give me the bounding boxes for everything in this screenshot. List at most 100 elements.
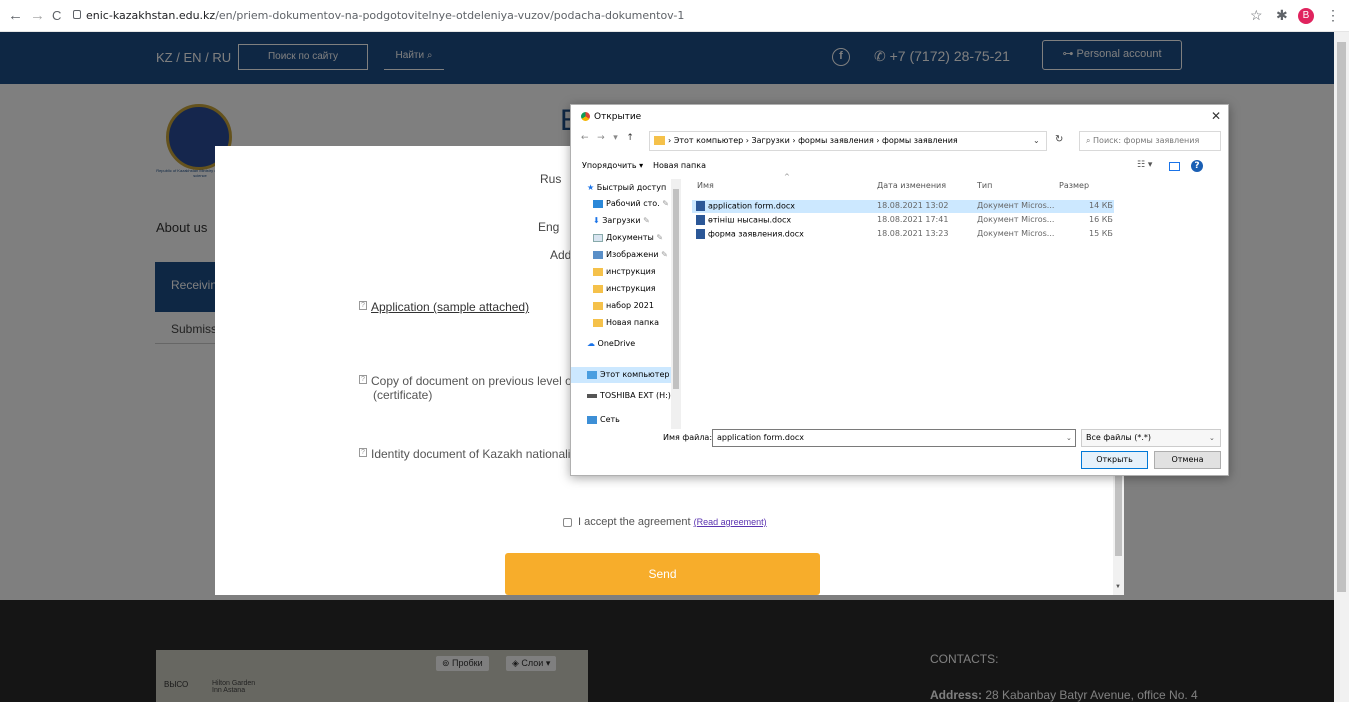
nav-scroll-thumb[interactable] — [673, 189, 679, 389]
column-name[interactable]: Имя — [697, 181, 714, 190]
cancel-button[interactable]: Отмена — [1154, 451, 1221, 469]
computer-icon — [587, 370, 597, 379]
view-options-icon[interactable]: ☷ ▾ — [1137, 160, 1152, 170]
nav-folder-instr-2[interactable]: инструкция — [593, 284, 656, 293]
recent-icon[interactable]: ▾ — [613, 133, 618, 143]
new-folder-button[interactable]: Новая папка — [653, 161, 706, 170]
filename-input[interactable]: application form.docx — [712, 429, 1076, 447]
modal-scroll-thumb[interactable] — [1115, 466, 1122, 556]
nav-folder-new[interactable]: Новая папка — [593, 318, 659, 327]
doc-application: ? Application (sample attached) — [359, 300, 529, 314]
chrome-icon — [581, 112, 590, 121]
send-button[interactable]: Send — [505, 553, 820, 595]
file-row[interactable]: өтініш нысаны.docx 18.08.2021 17:41 Доку… — [692, 214, 1114, 227]
folder-icon — [593, 301, 603, 310]
dialog-search-input[interactable]: ⌕ Поиск: формы заявления — [1079, 131, 1221, 151]
doc-identity-text: Identity document of Kazakh nationality — [371, 447, 580, 461]
path-breadcrumb[interactable]: › Этот компьютер › Загрузки › формы заяв… — [649, 131, 1047, 151]
nav-network[interactable]: Сеть — [587, 415, 620, 424]
page-scrollbar[interactable] — [1334, 32, 1349, 702]
nav-downloads[interactable]: ⬇ Загрузки ✎ — [593, 216, 650, 225]
file-name: форма заявления.docx — [696, 229, 804, 239]
application-sample-link[interactable]: Application (sample attached) — [371, 300, 529, 314]
pin-icon: ✎ — [656, 233, 664, 242]
page-scroll-thumb[interactable] — [1337, 42, 1346, 592]
nav-label: Изображени — [606, 250, 659, 259]
doc-copy-text-2: (certificate) — [373, 388, 433, 402]
back-icon[interactable]: ← — [8, 7, 23, 24]
file-date: 18.08.2021 13:23 — [877, 229, 949, 238]
nav-scrollbar[interactable] — [671, 179, 681, 429]
browser-toolbar: ← → C enic-kazakhstan.edu.kz/en/priem-do… — [0, 0, 1349, 32]
address-bar[interactable]: enic-kazakhstan.edu.kz/en/priem-dokument… — [86, 9, 684, 22]
nav-pictures[interactable]: Изображени ✎ — [593, 250, 668, 259]
file-open-dialog: Открытие ✕ ← → ▾ ↑ › Этот компьютер › За… — [570, 104, 1229, 476]
organize-button[interactable]: Упорядочить ▾ — [582, 161, 643, 170]
nav-folder-instr-1[interactable]: инструкция — [593, 267, 656, 276]
file-date: 18.08.2021 13:02 — [877, 201, 949, 210]
star-icon: ★ — [587, 183, 597, 192]
broken-image-icon: ? — [359, 375, 367, 384]
nav-label: Рабочий сто. — [606, 199, 660, 208]
nav-label: Сеть — [600, 415, 620, 424]
dialog-title: Открытие — [581, 112, 641, 122]
preview-pane-icon[interactable] — [1169, 162, 1180, 171]
file-row[interactable]: application form.docx 18.08.2021 13:02 Д… — [692, 200, 1114, 213]
file-date: 18.08.2021 17:41 — [877, 215, 949, 224]
file-name: application form.docx — [696, 201, 795, 211]
nav-quick-access[interactable]: ★ Быстрый доступ — [587, 183, 666, 192]
broken-image-icon: ? — [359, 301, 367, 310]
word-doc-icon — [696, 229, 705, 239]
agreement-checkbox[interactable] — [563, 517, 572, 527]
file-size: 14 КБ — [1089, 201, 1113, 210]
column-date[interactable]: Дата изменения — [877, 181, 946, 190]
nav-folder-nabor[interactable]: набор 2021 — [593, 301, 654, 310]
chevron-down-icon[interactable]: ⌄ — [1033, 136, 1040, 145]
column-type[interactable]: Тип — [977, 181, 992, 190]
nav-desktop[interactable]: Рабочий сто. ✎ — [593, 199, 669, 208]
field-label-eng: Eng — [538, 220, 560, 234]
read-agreement-link[interactable]: (Read agreement) — [694, 517, 767, 527]
word-doc-icon — [696, 215, 705, 225]
folder-icon — [593, 318, 603, 327]
extensions-icon[interactable]: ✱ — [1276, 7, 1288, 24]
chevron-down-icon[interactable]: ⌄ — [1209, 434, 1215, 442]
folder-icon — [593, 267, 603, 276]
bookmark-star-icon[interactable]: ☆ — [1250, 7, 1263, 24]
column-size[interactable]: Размер — [1059, 181, 1089, 190]
close-icon[interactable]: ✕ — [1211, 109, 1221, 123]
reload-icon[interactable]: C — [52, 8, 61, 23]
desktop-icon — [593, 199, 603, 208]
forward-icon[interactable]: → — [30, 7, 45, 24]
profile-avatar[interactable]: B — [1298, 8, 1314, 24]
pictures-icon — [593, 250, 603, 259]
nav-label: Быстрый доступ — [596, 183, 667, 192]
filetype-select[interactable]: Все файлы (*.*) — [1081, 429, 1221, 447]
file-name-text: форма заявления.docx — [708, 229, 804, 239]
chevron-down-icon[interactable]: ⌄ — [1066, 434, 1072, 442]
nav-label: Новая папка — [606, 318, 659, 327]
nav-label: Этот компьютер — [600, 370, 670, 379]
forward-icon[interactable]: → — [597, 133, 605, 143]
back-icon[interactable]: ← — [581, 133, 589, 143]
word-doc-icon — [696, 201, 705, 211]
scroll-down-icon[interactable]: ▼ — [1115, 584, 1121, 590]
nav-onedrive[interactable]: ☁ OneDrive — [587, 339, 635, 348]
navigation-pane: ★ Быстрый доступ Рабочий сто. ✎ ⬇ Загруз… — [571, 179, 681, 429]
menu-icon[interactable]: ⋮ — [1326, 7, 1340, 24]
refresh-icon[interactable]: ↻ — [1055, 134, 1063, 145]
pin-icon: ✎ — [643, 216, 650, 225]
nav-documents[interactable]: Документы ✎ — [593, 233, 663, 242]
nav-toshiba[interactable]: TOSHIBA EXT (H:) — [587, 391, 671, 400]
lock-icon — [73, 10, 81, 19]
file-size: 15 КБ — [1089, 229, 1113, 238]
field-label-add: Add — [550, 248, 572, 262]
up-arrow-icon[interactable]: ↑ — [626, 133, 634, 143]
nav-label: Документы — [606, 233, 654, 242]
nav-label: инструкция — [606, 284, 656, 293]
help-icon[interactable]: ? — [1191, 160, 1203, 172]
file-row[interactable]: форма заявления.docx 18.08.2021 13:23 До… — [692, 228, 1114, 241]
dialog-title-text: Открытие — [594, 112, 642, 122]
open-button[interactable]: Открыть — [1081, 451, 1148, 469]
nav-this-pc[interactable]: Этот компьютер — [587, 370, 669, 379]
